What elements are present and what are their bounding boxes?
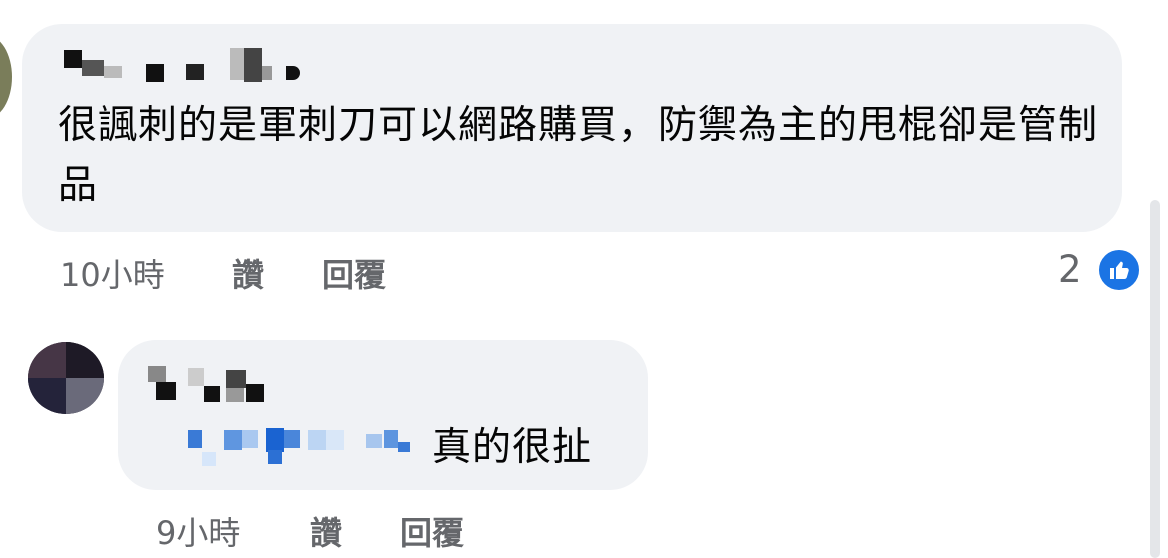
thumbs-up-icon[interactable] <box>1097 248 1141 292</box>
scrollbar[interactable] <box>1150 200 1160 558</box>
reply-button[interactable]: 回覆 <box>400 508 464 554</box>
like-button[interactable]: 讚 <box>310 508 342 554</box>
comment-actions: 10小時 讚 回覆 <box>0 250 1000 300</box>
reaction-count[interactable]: 2 <box>1058 248 1082 291</box>
commenter-avatar[interactable] <box>0 35 12 119</box>
author-name-redacted[interactable] <box>148 366 278 406</box>
comment-text: 很諷刺的是軍刺刀可以網路購買，防禦為主的甩棍卻是管制品 <box>58 103 1099 208</box>
commenter-avatar[interactable] <box>28 342 104 414</box>
mentioned-user-redacted[interactable] <box>188 424 418 468</box>
comment-timestamp[interactable]: 10小時 <box>60 250 165 296</box>
author-name-redacted[interactable] <box>64 46 304 86</box>
comment-text: 真的很扯 <box>432 425 593 470</box>
comment-timestamp[interactable]: 9小時 <box>156 508 240 554</box>
comment-actions: 9小時 讚 回覆 <box>0 508 1000 558</box>
reply-button[interactable]: 回覆 <box>322 250 386 296</box>
like-button[interactable]: 讚 <box>232 250 264 296</box>
